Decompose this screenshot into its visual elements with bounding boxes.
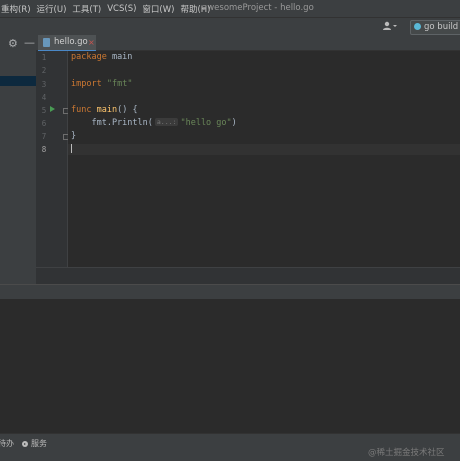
window-title: awesomeProject - hello.go [202, 3, 314, 13]
text-caret [71, 144, 72, 153]
menu-vcs[interactable]: VCS(S) [104, 4, 139, 14]
menu-tools[interactable]: 工具(T) [69, 3, 104, 15]
line-number: 5 [41, 106, 47, 115]
code-editor[interactable]: package main import "fmt" func main() { … [68, 51, 460, 267]
line-number: 7 [41, 132, 47, 141]
go-file-icon [43, 38, 50, 47]
gear-icon[interactable]: ⚙ [8, 37, 18, 50]
code-line: } [71, 131, 77, 141]
close-icon[interactable]: × [88, 35, 95, 50]
run-configuration-selector[interactable]: go build [410, 20, 460, 35]
menu-run[interactable]: 运行(U) [34, 3, 70, 15]
menu-bar: 重构(R) 运行(U) 工具(T) VCS(S) 窗口(W) 帮助(H) awe… [0, 0, 460, 17]
toolbar: go build [0, 17, 460, 37]
line-number: 8 [41, 145, 47, 154]
editor-gutter: 1 2 3 4 5 6 7 8 [36, 51, 68, 267]
project-tree-selected-item[interactable] [0, 76, 36, 86]
bottom-tool-window [0, 299, 460, 433]
code-line: fmt.Println(a...: "hello go") [71, 118, 237, 128]
user-icon[interactable] [382, 21, 402, 33]
caret-row-highlight [68, 144, 460, 155]
run-config-label: go build [424, 22, 459, 32]
code-line: package main [71, 52, 133, 62]
editor-breadcrumb-area [36, 267, 460, 285]
project-tool-window: ⚙ — [0, 35, 36, 284]
line-number: 1 [41, 53, 47, 62]
menu-refactor[interactable]: 重构(R) [0, 3, 34, 15]
watermark: @稀土掘金技术社区 [368, 448, 445, 458]
todo-tool-button[interactable]: 待办 [0, 438, 14, 449]
line-number: 4 [41, 93, 47, 102]
code-line: import "fmt" [71, 79, 133, 89]
minus-icon[interactable]: — [24, 36, 35, 49]
go-icon [414, 23, 421, 30]
line-number: 6 [41, 119, 47, 128]
line-number: 2 [41, 66, 47, 75]
tab-hello-go[interactable]: hello.go × [38, 35, 96, 52]
tab-label: hello.go [54, 37, 88, 47]
services-tool-button[interactable]: 服务 [22, 438, 47, 449]
code-line [71, 144, 72, 156]
parameter-hint: a...: [154, 118, 179, 126]
services-icon [22, 441, 28, 447]
panel-splitter[interactable] [0, 284, 460, 300]
editor-tab-bar: hello.go × [36, 35, 460, 52]
line-number: 3 [41, 80, 47, 89]
run-arrow-icon[interactable] [50, 106, 55, 112]
services-label: 服务 [31, 439, 47, 448]
code-line: func main() { [71, 105, 138, 115]
menu-window[interactable]: 窗口(W) [139, 3, 177, 15]
